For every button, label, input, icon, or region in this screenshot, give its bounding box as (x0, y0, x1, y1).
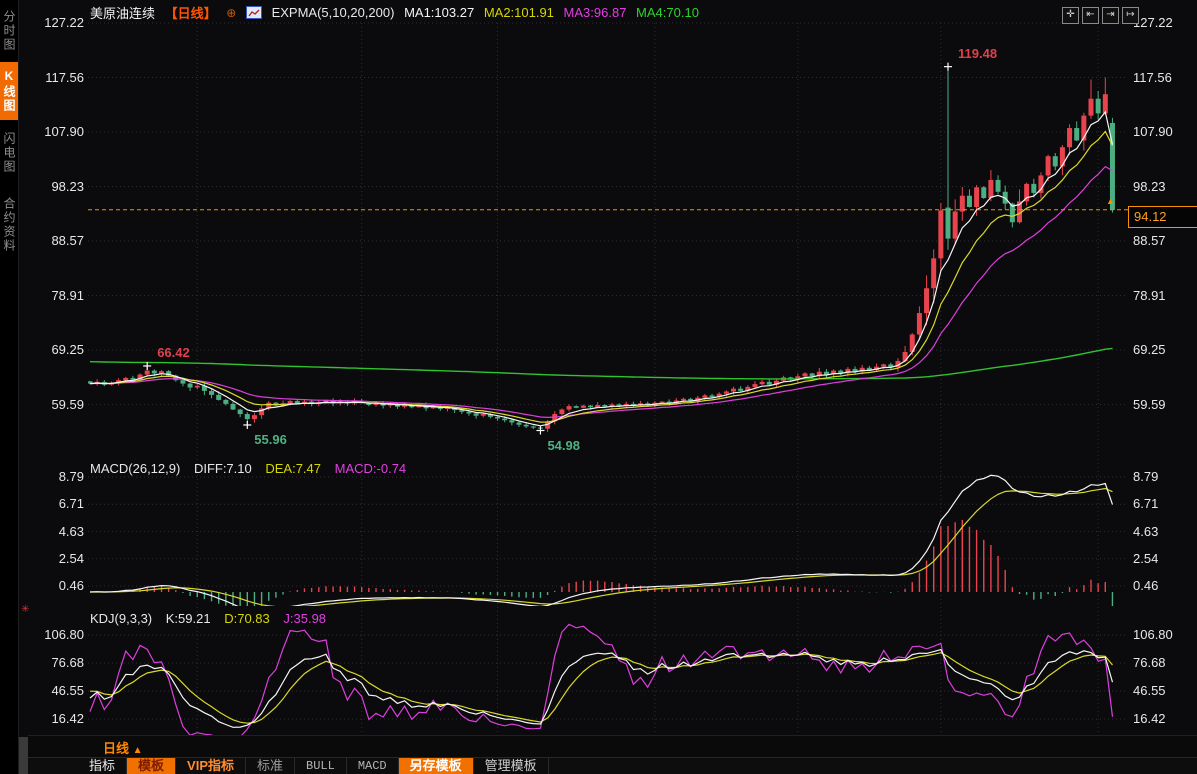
kdj-axis-label-left: 106.80 (44, 627, 84, 642)
price-annotation: 66.42 (157, 344, 190, 360)
toolbar-button-另存模板[interactable]: 另存模板 (398, 758, 474, 774)
kdj-axis-label-right: 46.55 (1133, 683, 1166, 698)
toolbar-button-管理模板[interactable]: 管理模板 (474, 758, 549, 774)
price-annotation: 54.98 (547, 437, 580, 453)
main-axis-label-right: 107.90 (1133, 124, 1173, 139)
macd-name[interactable]: MACD(26,12,9) (90, 461, 180, 476)
macd-axis-label-left: 0.46 (58, 578, 84, 593)
kdj-axis-label-right: 76.68 (1133, 655, 1166, 670)
main-axis-label-left: 107.90 (44, 124, 84, 139)
macd-axis-label-right: 6.71 (1133, 496, 1159, 512)
main-axis-label-right: 98.23 (1133, 178, 1166, 194)
macd-axis-label-right: 4.63 (1133, 523, 1159, 539)
main-axis-label-right: 69.25 (1133, 342, 1166, 357)
chart-icon (245, 6, 262, 19)
main-axis-label-left: 127.22 (44, 15, 84, 30)
period-tag[interactable]: 【日线】 (165, 6, 217, 21)
toolbar-button-标准[interactable]: 标准 (246, 758, 296, 774)
macd-axis-label-left: 4.63 (58, 523, 84, 539)
sidebar-tab-lightning[interactable]: 闪电图 (0, 124, 18, 182)
chart-overlay: 66.42 55.96 54.98 119.48 127.22 127.22 117.56 1… (0, 0, 1197, 774)
main-axis-label-right: 88.57 (1133, 233, 1166, 248)
range-right-icon[interactable]: ⇥ (1102, 7, 1119, 24)
kdj-d-value: D:70.83 (224, 611, 270, 626)
macd-axis-label-left: 6.71 (58, 496, 84, 512)
instrument-title: 美原油连续 (90, 6, 156, 21)
move-crosshair-icon[interactable]: ✛ (1062, 7, 1079, 24)
ma4-value: MA4:70.10 (636, 5, 699, 20)
sidebar-tab-contract-info[interactable]: 合约资料 (0, 186, 18, 264)
kdj-axis-label-left: 76.68 (51, 655, 84, 670)
kdj-axis-label-right: 106.80 (1133, 627, 1173, 642)
toolbar-button-MACD[interactable]: MACD (347, 758, 399, 774)
kdj-axis-label-right: 16.42 (1133, 711, 1166, 726)
main-axis-label-right: 78.91 (1133, 287, 1166, 303)
kdj-k-value: K:59.21 (165, 611, 211, 626)
price-annotation: 119.48 (958, 45, 998, 61)
kline-app-window: 分时图 K线图 闪电图 合约资料 美原油连续 【日线】 ⊕ EXPMA(5,10… (0, 0, 1197, 774)
expand-icon[interactable]: ⊕ (226, 6, 236, 20)
toolbar-button-模板[interactable]: 模板 (127, 758, 177, 774)
period-selector-arrow-icon: ▲ (132, 745, 143, 756)
indicator-name[interactable]: EXPMA(5,10,20,200) (272, 5, 395, 20)
period-selector[interactable]: 日线 ▲ (103, 738, 143, 757)
kdj-axis-label-left: 46.55 (51, 683, 84, 698)
kdj-axis-label-left: 16.42 (51, 711, 84, 726)
date-axis-row: 日线 ▲ (28, 736, 1197, 757)
macd-header: MACD(26,12,9) DIFF:7.10 DEA:7.47 MACD:-0… (90, 461, 416, 476)
macd-dea-value: DEA:7.47 (265, 461, 322, 476)
ma2-value: MA2:101.91 (483, 5, 554, 20)
chart-toolbar-icons: ✛ ⇤ ⇥ ↦ (1059, 4, 1139, 24)
macd-diff-value: DIFF:7.10 (193, 461, 252, 476)
exit-chart-icon[interactable]: ↦ (1122, 7, 1139, 24)
range-left-icon[interactable]: ⇤ (1082, 7, 1099, 24)
chart-type-sidebar: 分时图 K线图 闪电图 合约资料 (0, 0, 19, 774)
main-axis-label-left: 78.91 (51, 287, 84, 303)
macd-axis-label-right: 0.46 (1133, 578, 1159, 593)
main-axis-label-left: 117.56 (45, 69, 84, 85)
main-axis-label-right: 117.56 (1133, 69, 1172, 85)
period-selector-label: 日线 (103, 741, 130, 756)
main-axis-label-left: 69.25 (51, 342, 84, 357)
sidebar-tab-timeline[interactable]: 分时图 (0, 4, 18, 58)
chart-header: 美原油连续 【日线】 ⊕ EXPMA(5,10,20,200) MA1:103.… (90, 3, 705, 21)
macd-axis-label-left: 2.54 (58, 550, 84, 566)
macd-axis-label-right: 2.54 (1133, 550, 1159, 566)
last-price-box: 94.12 (1128, 206, 1197, 228)
ma1-value: MA1:103.27 (404, 5, 475, 20)
indicator-marker-icon[interactable]: ✳ (21, 604, 29, 615)
toolbar-button-指标[interactable]: 指标 (78, 758, 128, 774)
kdj-header: KDJ(9,3,3) K:59.21 D:70.83 J:35.98 (90, 611, 336, 626)
main-axis-label-right: 59.59 (1133, 396, 1166, 412)
sidebar-tab-kline[interactable]: K线图 (0, 62, 18, 120)
toolbar-button-VIP指标[interactable]: VIP指标 (176, 758, 246, 774)
macd-axis-label-left: 8.79 (58, 469, 84, 484)
macd-axis-label-right: 8.79 (1133, 469, 1159, 484)
kdj-name[interactable]: KDJ(9,3,3) (90, 611, 152, 626)
kdj-j-value: J:35.98 (283, 611, 327, 626)
main-axis-label-left: 98.23 (51, 178, 84, 194)
main-axis-label-left: 59.59 (51, 396, 84, 412)
price-up-arrow-icon: ▲ (1106, 196, 1115, 206)
price-annotation: 55.96 (254, 431, 287, 447)
bottom-toolbar: 指标 模板 VIP指标 标准 BULL MACD 另存模板 管理模板 (28, 757, 1197, 774)
macd-hist-value: MACD:-0.74 (334, 461, 407, 476)
toolbar-button-BULL[interactable]: BULL (295, 758, 347, 774)
main-axis-label-left: 88.57 (51, 233, 84, 248)
ma3-value: MA3:96.87 (563, 5, 627, 20)
